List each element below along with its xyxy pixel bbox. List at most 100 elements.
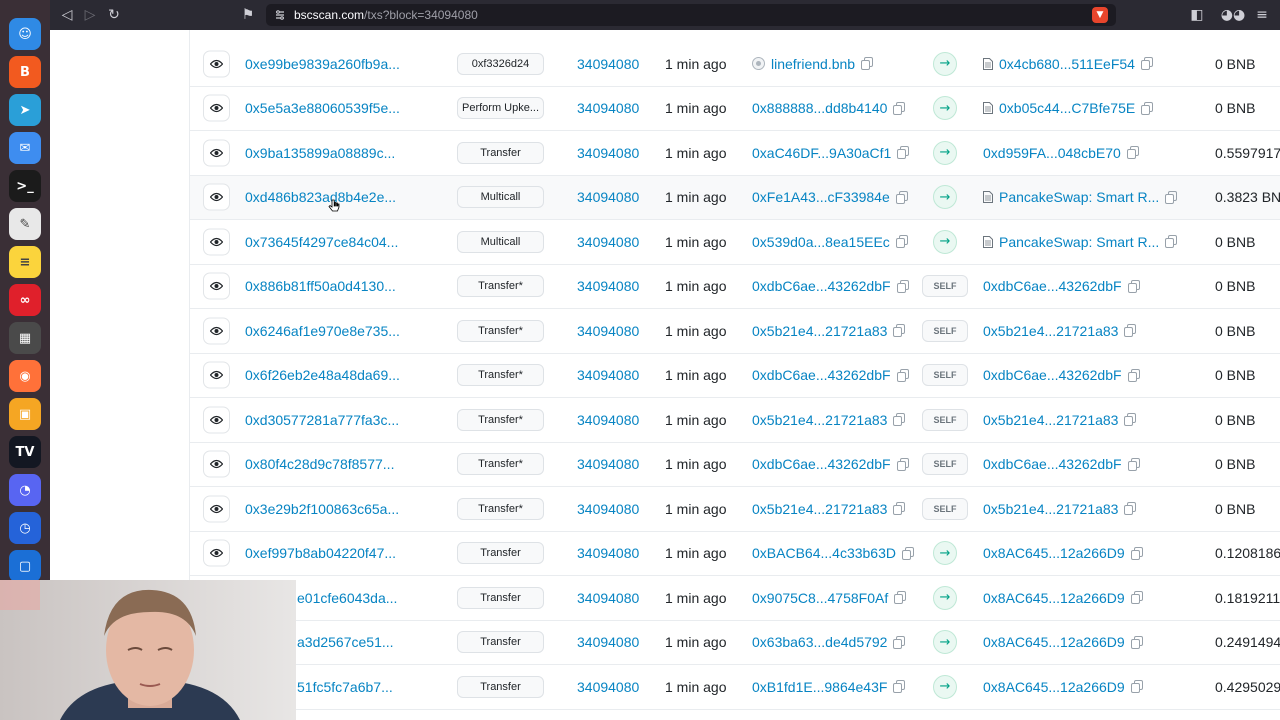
copy-icon[interactable] <box>1124 324 1137 338</box>
copy-icon[interactable] <box>1141 101 1154 115</box>
from-address-link[interactable]: 0x888888...dd8b4140 <box>752 100 887 116</box>
copy-icon[interactable] <box>897 146 910 160</box>
copy-icon[interactable] <box>1126 146 1139 160</box>
to-address-link[interactable]: 0x8AC645...12a266D9 <box>983 634 1125 650</box>
from-address-link[interactable]: 0xBACB64...4c33b63D <box>752 545 896 561</box>
to-address-link[interactable]: 0xdbC6ae...43262dbF <box>983 456 1122 472</box>
view-details-icon[interactable] <box>203 539 230 567</box>
view-details-icon[interactable] <box>203 94 230 122</box>
to-address-link[interactable]: 0x5b21e4...21721a83 <box>983 323 1118 339</box>
reload-icon[interactable]: ↻ <box>102 3 126 27</box>
forward-icon[interactable]: ▷ <box>78 3 102 27</box>
view-details-icon[interactable] <box>203 450 230 478</box>
view-details-icon[interactable] <box>203 183 230 211</box>
copy-icon[interactable] <box>1165 190 1178 204</box>
copy-icon[interactable] <box>893 413 906 427</box>
from-address-link[interactable]: 0x9075C8...4758F0Af <box>752 590 888 606</box>
txn-hash-link[interactable]: 0x80f4c28d9c78f8577... <box>245 456 394 472</box>
copy-icon[interactable] <box>896 279 909 293</box>
from-address-link[interactable]: 0x5b21e4...21721a83 <box>752 412 887 428</box>
view-details-icon[interactable] <box>203 139 230 167</box>
txn-hash-link[interactable]: 0xd486b823ad8b4e2e... <box>245 189 396 205</box>
block-link[interactable]: 34094080 <box>577 590 639 606</box>
from-address-link[interactable]: 0x5b21e4...21721a83 <box>752 501 887 517</box>
from-address-link[interactable]: linefriend.bnb <box>771 56 855 72</box>
discord-icon[interactable]: ◔ <box>9 474 41 506</box>
address-bar[interactable]: bscscan.com/txs?block=34094080 ▼ <box>266 4 1116 26</box>
view-details-icon[interactable] <box>203 317 230 345</box>
copy-icon[interactable] <box>1130 591 1143 605</box>
copy-icon[interactable] <box>1127 368 1140 382</box>
block-link[interactable]: 34094080 <box>577 456 639 472</box>
view-details-icon[interactable] <box>203 228 230 256</box>
copy-icon[interactable] <box>1127 279 1140 293</box>
copy-icon[interactable] <box>894 591 907 605</box>
block-link[interactable]: 34094080 <box>577 634 639 650</box>
copy-icon[interactable] <box>1124 502 1137 516</box>
view-details-icon[interactable] <box>203 406 230 434</box>
copy-icon[interactable] <box>1127 457 1140 471</box>
telegram-icon[interactable]: ➤ <box>9 94 41 126</box>
copy-icon[interactable] <box>861 57 874 71</box>
calculator-icon[interactable]: ▦ <box>9 322 41 354</box>
from-address-link[interactable]: 0xFe1A43...cF33984e <box>752 189 890 205</box>
copy-icon[interactable] <box>1140 57 1153 71</box>
block-link[interactable]: 34094080 <box>577 56 639 72</box>
block-link[interactable]: 34094080 <box>577 545 639 561</box>
copy-icon[interactable] <box>893 324 906 338</box>
copy-icon[interactable] <box>893 680 906 694</box>
view-details-icon[interactable] <box>203 495 230 523</box>
block-link[interactable]: 34094080 <box>577 412 639 428</box>
to-address-link[interactable]: PancakeSwap: Smart R... <box>999 234 1159 250</box>
from-address-link[interactable]: 0xB1fd1E...9864e43F <box>752 679 887 695</box>
to-address-link[interactable]: 0xdbC6ae...43262dbF <box>983 367 1122 383</box>
to-address-link[interactable]: 0x4cb680...511EeF54 <box>999 56 1135 72</box>
block-link[interactable]: 34094080 <box>577 323 639 339</box>
copy-icon[interactable] <box>1165 235 1178 249</box>
to-address-link[interactable]: 0xb05c44...C7Bfe75E <box>999 100 1135 116</box>
from-address-link[interactable]: 0xdbC6ae...43262dbF <box>752 456 891 472</box>
block-link[interactable]: 34094080 <box>577 367 639 383</box>
copy-icon[interactable] <box>1130 680 1143 694</box>
clock-icon[interactable]: ◷ <box>9 512 41 544</box>
from-address-link[interactable]: 0x5b21e4...21721a83 <box>752 323 887 339</box>
copy-icon[interactable] <box>896 368 909 382</box>
copy-icon[interactable] <box>1124 413 1137 427</box>
view-details-icon[interactable] <box>203 272 230 300</box>
copy-icon[interactable] <box>901 546 914 560</box>
block-link[interactable]: 34094080 <box>577 501 639 517</box>
sidebar-toggle-icon[interactable]: ◧ <box>1185 3 1209 27</box>
block-link[interactable]: 34094080 <box>577 189 639 205</box>
brave-shields-icon[interactable]: ▼ <box>1092 7 1108 23</box>
copy-icon[interactable] <box>1130 546 1143 560</box>
site-settings-icon[interactable] <box>274 9 286 21</box>
acrobat-icon[interactable]: ∞ <box>9 284 41 316</box>
brave-icon[interactable]: B <box>9 56 41 88</box>
firefox-icon[interactable]: ◉ <box>9 360 41 392</box>
back-icon[interactable]: ◁ <box>55 3 79 27</box>
copy-icon[interactable] <box>895 235 908 249</box>
copy-icon[interactable] <box>893 635 906 649</box>
txn-hash-link[interactable]: a3d2567ce51... <box>297 634 394 650</box>
view-details-icon[interactable] <box>203 50 230 78</box>
block-link[interactable]: 34094080 <box>577 145 639 161</box>
view-details-icon[interactable] <box>203 361 230 389</box>
txn-hash-link[interactable]: 0xef997b8ab04220f47... <box>245 545 396 561</box>
copy-icon[interactable] <box>896 457 909 471</box>
txn-hash-link[interactable]: 0x6f26eb2e48a48da69... <box>245 367 400 383</box>
extension-icon[interactable]: ◕◕ <box>1218 3 1248 27</box>
to-address-link[interactable]: 0x5b21e4...21721a83 <box>983 412 1118 428</box>
from-address-link[interactable]: 0xdbC6ae...43262dbF <box>752 278 891 294</box>
txn-hash-link[interactable]: 0x73645f4297ce84c04... <box>245 234 398 250</box>
from-address-link[interactable]: 0x63ba63...de4d5792 <box>752 634 887 650</box>
copy-icon[interactable] <box>893 101 906 115</box>
block-link[interactable]: 34094080 <box>577 234 639 250</box>
from-address-link[interactable]: 0x539d0a...8ea15EEc <box>752 234 890 250</box>
txn-hash-link[interactable]: 0xd30577281a777fa3c... <box>245 412 399 428</box>
from-address-link[interactable]: 0xaC46DF...9A30aCf1 <box>752 145 891 161</box>
to-address-link[interactable]: 0x8AC645...12a266D9 <box>983 679 1125 695</box>
to-address-link[interactable]: PancakeSwap: Smart R... <box>999 189 1159 205</box>
copy-icon[interactable] <box>895 190 908 204</box>
finder-icon[interactable]: ☺ <box>9 18 41 50</box>
terminal-icon[interactable]: >_ <box>9 170 41 202</box>
